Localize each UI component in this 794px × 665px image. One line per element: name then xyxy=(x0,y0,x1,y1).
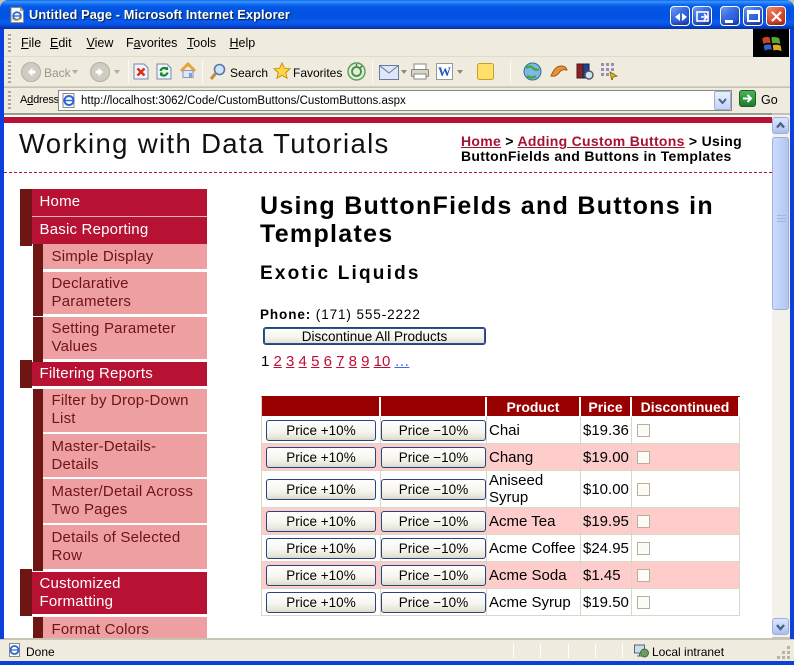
svg-text:W: W xyxy=(438,64,451,79)
